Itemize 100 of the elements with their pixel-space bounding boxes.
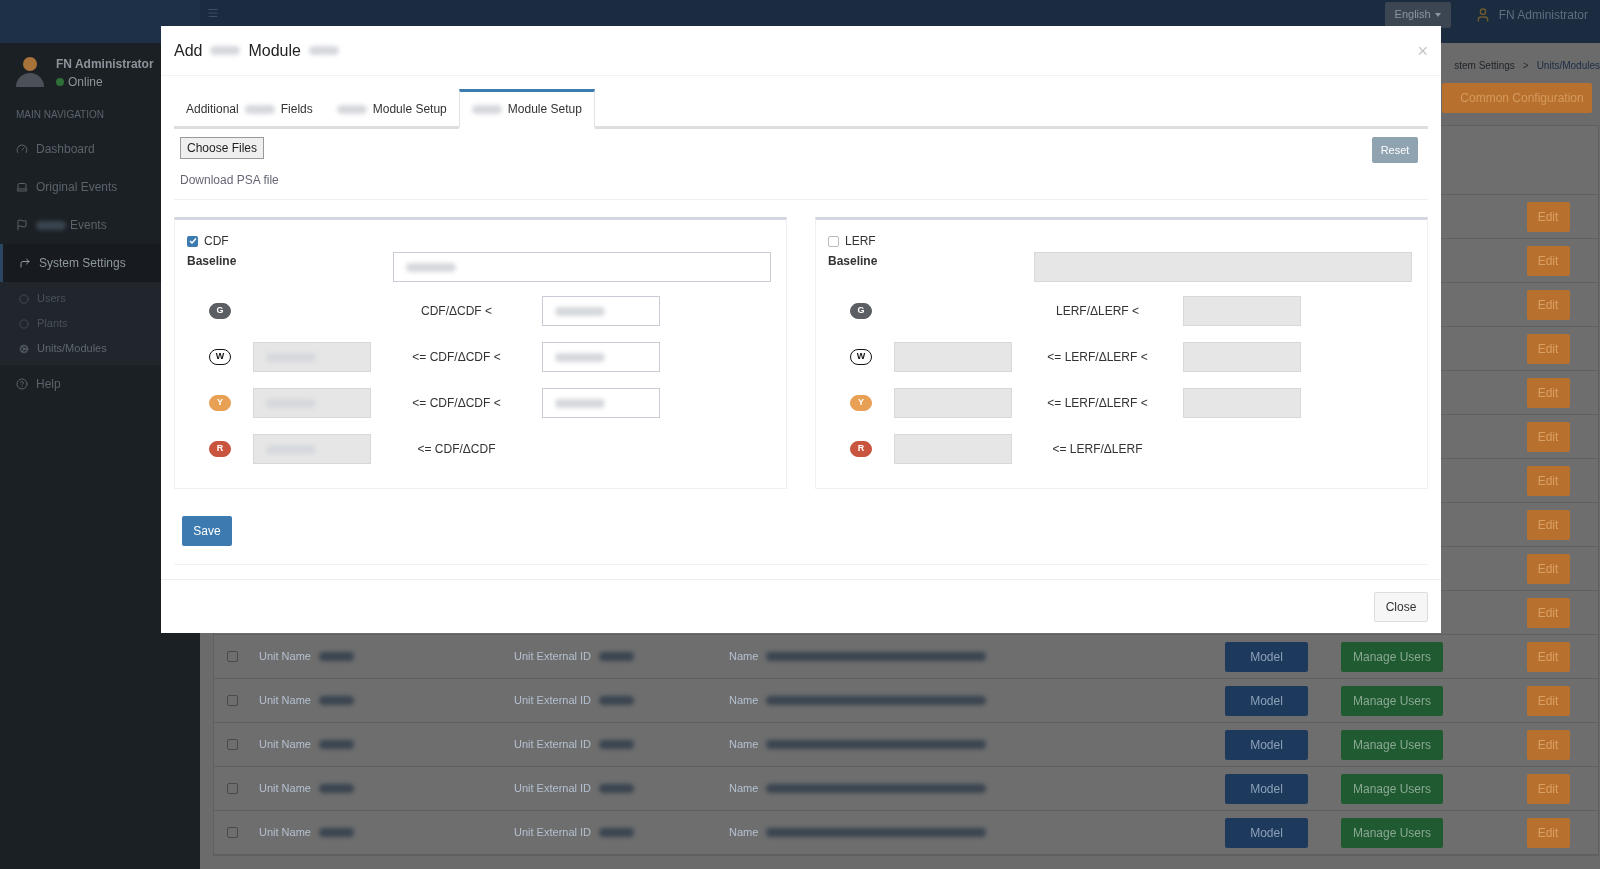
number-field[interactable] <box>542 388 660 418</box>
user-name: FN Administrator <box>56 56 154 73</box>
modal-title: Add Module <box>174 38 339 63</box>
range-label: LERF/ΔLERF < <box>1055 303 1139 320</box>
manage-users-button[interactable]: Manage Users <box>1341 641 1443 672</box>
model-button[interactable]: Model <box>1225 641 1308 672</box>
redacted-text <box>318 652 354 661</box>
name-label: Name <box>729 825 759 841</box>
range-label: <= LERF/ΔLERF < <box>1047 395 1148 412</box>
menu-icon[interactable] <box>207 6 219 19</box>
redacted-text <box>599 652 635 661</box>
level-badge: Y <box>850 395 872 411</box>
breadcrumb-separator: > <box>1522 58 1529 73</box>
model-button[interactable]: Model <box>1225 773 1308 804</box>
level-badge: R <box>850 441 872 457</box>
redacted-text <box>244 104 275 114</box>
nav-icon <box>16 181 28 193</box>
number-field[interactable] <box>542 296 660 326</box>
model-button[interactable]: Model <box>1225 685 1308 716</box>
range-label: CDF/ΔCDF < <box>421 303 492 320</box>
row-checkbox[interactable] <box>227 651 238 662</box>
nav-item[interactable]: Help <box>0 365 200 403</box>
language-dropdown[interactable]: English <box>1384 1 1451 28</box>
level-badge: G <box>850 303 872 319</box>
unit-name: Unit Name <box>259 825 311 841</box>
user-status: Online <box>68 74 103 91</box>
baseline-label: Baseline <box>828 253 879 270</box>
range-label: <= CDF/ΔCDF < <box>412 395 501 412</box>
redacted-text <box>471 104 502 114</box>
number-field[interactable] <box>542 342 660 372</box>
avatar-icon <box>16 57 44 89</box>
redacted-text <box>36 220 66 230</box>
breadcrumb-item: Units/Modules <box>1536 58 1600 73</box>
redacted-text <box>599 696 635 705</box>
model-button[interactable]: Model <box>1225 729 1308 760</box>
row-checkbox[interactable] <box>227 827 238 838</box>
panel-label: CDF <box>204 233 229 250</box>
nav-icon <box>16 219 28 231</box>
breadcrumb-item[interactable]: stem Settings <box>1454 57 1515 73</box>
tab[interactable]: Additional Fields <box>174 89 325 129</box>
model-button[interactable]: Model <box>1225 817 1308 848</box>
unit-external-id: Unit External ID <box>514 737 592 753</box>
range-label: <= CDF/ΔCDF <box>417 441 496 458</box>
nav-icon <box>19 257 31 269</box>
range-label: <= LERF/ΔLERF < <box>1047 349 1148 366</box>
unit-external-id: Unit External ID <box>514 693 592 709</box>
redacted-text <box>599 784 635 793</box>
submenu-icon <box>19 318 29 329</box>
unit-name: Unit Name <box>259 649 311 665</box>
level-badge: R <box>209 441 231 457</box>
choose-files-button[interactable]: Choose Files <box>180 137 265 159</box>
redacted-text <box>336 104 367 114</box>
tab[interactable]: Module Setup <box>324 89 459 129</box>
top-user-name: FN Administrator <box>1498 6 1588 24</box>
level-badge: W <box>850 349 872 365</box>
nav-item[interactable]: Events <box>0 206 200 244</box>
panel-checkbox[interactable] <box>828 235 839 247</box>
row-checkbox[interactable] <box>227 695 238 706</box>
submenu-item[interactable]: Units/Modules <box>0 336 200 361</box>
panel-checkbox[interactable] <box>187 235 198 247</box>
submenu-icon <box>19 293 29 304</box>
name-label: Name <box>729 693 759 709</box>
name-label: Name <box>729 737 759 753</box>
save-button[interactable]: Save <box>182 515 232 546</box>
unit-name: Unit Name <box>259 737 311 753</box>
row-checkbox[interactable] <box>227 739 238 750</box>
manage-users-button[interactable]: Manage Users <box>1341 817 1443 848</box>
unit-external-id: Unit External ID <box>514 825 592 841</box>
redacted-text <box>210 46 241 55</box>
redacted-text <box>599 828 635 837</box>
manage-users-button[interactable]: Manage Users <box>1341 773 1443 804</box>
nav-icon <box>16 143 28 155</box>
redacted-text <box>599 740 635 749</box>
level-badge: G <box>209 303 231 319</box>
panel-label: LERF <box>845 233 876 250</box>
nav-icon <box>16 378 28 390</box>
level-badge: Y <box>209 395 231 411</box>
submenu-icon <box>19 343 29 354</box>
unit-name: Unit Name <box>259 693 311 709</box>
range-label: <= CDF/ΔCDF < <box>412 349 501 366</box>
redacted-text <box>318 740 354 749</box>
unit-name: Unit Name <box>259 781 311 797</box>
manage-users-button[interactable]: Manage Users <box>1341 729 1443 760</box>
tab[interactable]: Module Setup <box>458 89 595 129</box>
redacted-text <box>318 828 354 837</box>
range-label: <= LERF/ΔLERF <box>1052 441 1143 458</box>
name-label: Name <box>729 781 759 797</box>
redacted-text <box>318 696 354 705</box>
download-link[interactable]: Download PSA file <box>180 171 279 189</box>
number-field[interactable] <box>393 252 771 282</box>
reset-button[interactable]: Reset <box>1372 137 1418 163</box>
redacted-text <box>318 784 354 793</box>
name-label: Name <box>729 649 759 665</box>
close-button[interactable]: Close <box>1374 591 1428 622</box>
row-checkbox[interactable] <box>227 783 238 794</box>
unit-external-id: Unit External ID <box>514 781 592 797</box>
manage-users-button[interactable]: Manage Users <box>1341 685 1443 716</box>
level-badge: W <box>209 349 231 365</box>
redacted-text <box>308 46 339 55</box>
unit-external-id: Unit External ID <box>514 649 592 665</box>
